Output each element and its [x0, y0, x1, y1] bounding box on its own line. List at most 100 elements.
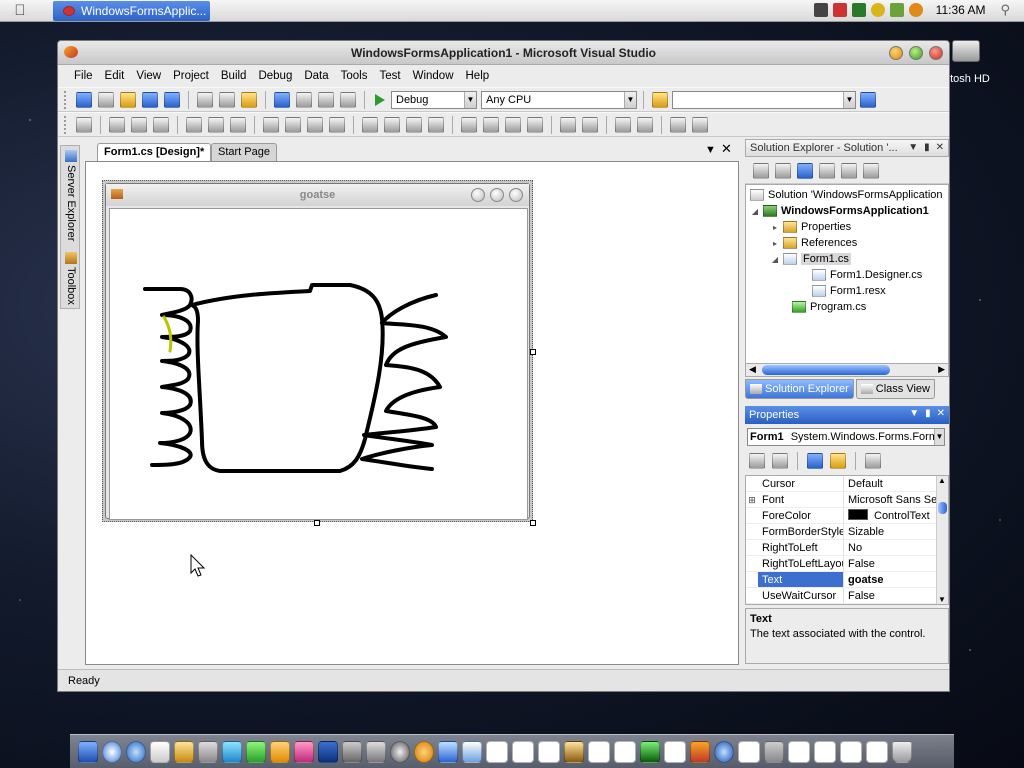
- align-lefts-icon[interactable]: [109, 116, 125, 133]
- property-value[interactable]: False: [844, 588, 936, 603]
- tree-item-references[interactable]: ▸ References: [770, 235, 857, 251]
- scroll-down-icon[interactable]: ▼: [938, 595, 946, 604]
- chevron-down-icon[interactable]: ▼: [843, 91, 855, 108]
- class-diagram-icon[interactable]: [863, 162, 879, 179]
- property-value-color[interactable]: ControlText: [844, 508, 936, 523]
- start-debugging-icon[interactable]: [375, 93, 385, 106]
- make-same-height-icon[interactable]: [285, 116, 301, 133]
- view-designer-icon[interactable]: [841, 162, 857, 179]
- panel-menu-icon[interactable]: ▼: [908, 142, 918, 153]
- properties-view-icon[interactable]: [807, 453, 823, 469]
- bring-to-front-icon[interactable]: [615, 116, 631, 133]
- shield-icon[interactable]: [870, 3, 885, 17]
- trash-icon[interactable]: [892, 740, 912, 763]
- network-icon[interactable]: [832, 3, 847, 17]
- navigate-forward-icon[interactable]: [340, 91, 356, 108]
- form-designer[interactable]: goatse: [102, 180, 533, 522]
- textedit-icon[interactable]: [150, 740, 170, 763]
- panel-close-icon[interactable]: ✕: [936, 142, 944, 153]
- menu-edit[interactable]: Edit: [99, 70, 131, 82]
- tree-item-solution[interactable]: Solution 'WindowsFormsApplication: [750, 187, 943, 203]
- menu-window[interactable]: Window: [407, 70, 460, 82]
- panel-menu-icon[interactable]: ▼: [909, 408, 919, 419]
- quicktime-icon[interactable]: [126, 740, 146, 763]
- close-document-icon[interactable]: ✕: [721, 141, 732, 157]
- v-spacing-equal-icon[interactable]: [461, 116, 477, 133]
- alphabetical-icon[interactable]: [772, 453, 788, 469]
- visual-studio-icon[interactable]: [690, 740, 710, 763]
- tab-solution-explorer[interactable]: Solution Explorer: [745, 379, 854, 399]
- downloads-icon[interactable]: [764, 740, 784, 763]
- properties-header[interactable]: Properties ▼ ▮ ✕: [745, 406, 949, 424]
- property-row[interactable]: ⊞ Font Microsoft Sans Se: [746, 492, 936, 508]
- property-value[interactable]: goatse: [844, 572, 936, 587]
- search-tray-icon[interactable]: [908, 3, 923, 17]
- solution-explorer-toolbar-icon[interactable]: [860, 91, 876, 108]
- find-in-files-icon[interactable]: [652, 91, 668, 108]
- expand-icon[interactable]: ▸: [770, 239, 780, 248]
- tab-class-view[interactable]: Class View: [855, 379, 935, 399]
- office-icon[interactable]: [222, 740, 242, 763]
- refresh-icon[interactable]: [797, 162, 813, 179]
- powerpoint-icon[interactable]: [270, 740, 290, 763]
- window-thumbnail-icon[interactable]: [512, 740, 534, 763]
- solution-explorer-header[interactable]: Solution Explorer - Solution '... ▼ ▮ ✕: [745, 139, 949, 157]
- property-value[interactable]: False: [844, 556, 936, 571]
- help-icon[interactable]: [438, 740, 458, 763]
- lock-controls-icon[interactable]: [692, 116, 708, 133]
- save-icon[interactable]: [142, 91, 158, 108]
- chevron-down-icon[interactable]: ▼: [934, 429, 944, 445]
- window-thumbnail-icon[interactable]: [738, 740, 760, 763]
- property-row[interactable]: ForeColor ControlText: [746, 508, 936, 524]
- toolbar-grip[interactable]: [64, 90, 68, 109]
- copy-icon[interactable]: [219, 91, 235, 108]
- panel-close-icon[interactable]: ✕: [937, 408, 945, 419]
- property-grid-scrollbar[interactable]: ▲ ▼: [936, 476, 948, 604]
- tree-item-form1-designer[interactable]: Form1.Designer.cs: [812, 267, 922, 283]
- property-row[interactable]: RightToLeftLayout False: [746, 556, 936, 572]
- tab-list-icon[interactable]: ▼: [705, 144, 716, 156]
- safari-icon[interactable]: [102, 740, 122, 763]
- new-project-icon[interactable]: [76, 91, 92, 108]
- property-row-selected[interactable]: Text goatse: [746, 572, 936, 588]
- h-spacing-remove-icon[interactable]: [428, 116, 444, 133]
- window-thumbnail-icon[interactable]: [664, 740, 686, 763]
- categorized-icon[interactable]: [749, 453, 765, 469]
- property-row[interactable]: FormBorderStyle Sizable: [746, 524, 936, 540]
- collapse-icon[interactable]: ◢: [770, 255, 780, 264]
- utility-icon[interactable]: [342, 740, 362, 763]
- v-spacing-increase-icon[interactable]: [483, 116, 499, 133]
- pin-icon[interactable]: ▮: [925, 408, 931, 419]
- v-spacing-decrease-icon[interactable]: [505, 116, 521, 133]
- expand-icon[interactable]: ⊞: [746, 492, 758, 507]
- align-bottoms-icon[interactable]: [230, 116, 246, 133]
- property-value[interactable]: Microsoft Sans Se: [844, 492, 936, 507]
- spotlight-icon[interactable]: ⚲: [1000, 2, 1010, 18]
- property-pages-icon[interactable]: [865, 453, 881, 469]
- object-selector[interactable]: Form1 System.Windows.Forms.Form ▼: [747, 428, 945, 446]
- chevron-down-icon[interactable]: ▼: [464, 91, 476, 108]
- photoshop-icon[interactable]: [318, 740, 338, 763]
- minimize-button[interactable]: [889, 46, 903, 60]
- close-button[interactable]: [929, 46, 943, 60]
- collapse-icon[interactable]: ◢: [750, 207, 760, 216]
- keyboard-icon[interactable]: [813, 3, 828, 17]
- form-client-area[interactable]: [109, 208, 528, 520]
- align-centers-icon[interactable]: [131, 116, 147, 133]
- v-spacing-remove-icon[interactable]: [527, 116, 543, 133]
- menu-test[interactable]: Test: [374, 70, 407, 82]
- menu-build[interactable]: Build: [215, 70, 253, 82]
- window-thumbnail-icon[interactable]: [588, 740, 610, 763]
- tree-item-form1-resx[interactable]: Form1.resx: [812, 283, 886, 299]
- menu-debug[interactable]: Debug: [252, 70, 298, 82]
- help-viewer-icon[interactable]: [714, 740, 734, 763]
- find-combo[interactable]: ▼: [672, 90, 856, 109]
- applications-icon[interactable]: [174, 740, 194, 763]
- battery-icon[interactable]: [851, 3, 866, 17]
- apple-icon[interactable]: : [0, 2, 40, 19]
- solution-tree-scrollbar[interactable]: ◀ ▶: [745, 363, 949, 377]
- resize-handle-bottom[interactable]: [314, 520, 320, 526]
- publisher-icon[interactable]: [294, 740, 314, 763]
- tab-form1-design[interactable]: Form1.cs [Design]*: [97, 143, 212, 161]
- platform-select[interactable]: Any CPU ▼: [481, 90, 637, 109]
